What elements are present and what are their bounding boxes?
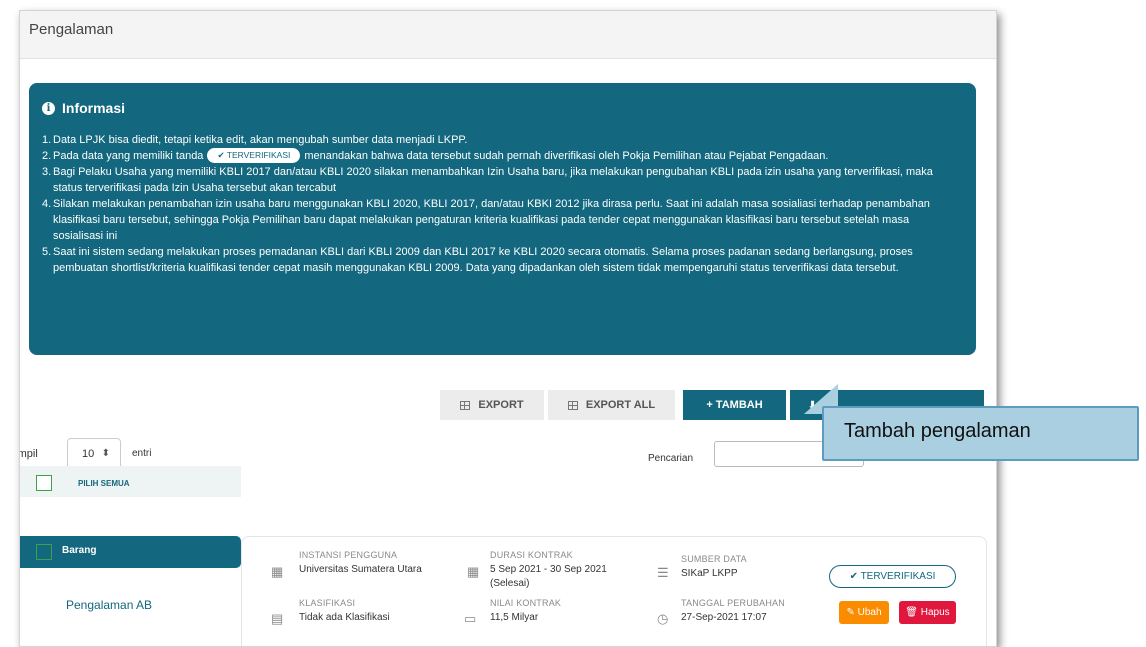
info-list: 1. Data LPJK bisa diedit, tetapi ketika e… (42, 132, 962, 276)
info-item: 1. Data LPJK bisa diedit, tetapi ketika e… (42, 134, 468, 146)
search-label: Pencarian (648, 453, 694, 464)
category-checkbox[interactable] (36, 544, 52, 560)
experience-page: Pengalaman i Informasi 1. Data LPJK bisa … (19, 10, 997, 647)
page-title: Pengalaman (29, 21, 114, 38)
nilai-field: NILAI KONTRAK 11,5 Milyar (490, 598, 562, 623)
edit-button[interactable]: ✎ Ubah (839, 601, 889, 624)
select-all-checkbox[interactable] (36, 475, 52, 491)
klasifikasi-field: KLASIFIKASI Tidak ada Klasifikasi (299, 598, 390, 623)
sumber-field: SUMBER DATA SIKaP LKPP (681, 554, 747, 579)
info-item: 4. Silakan melakukan penambahan izin usah… (42, 198, 930, 242)
money-icon: ▭ (464, 611, 477, 626)
calendar-icon: ▦ (467, 564, 480, 579)
tutorial-callout: Tambah pengalaman (822, 406, 1139, 461)
info-item: 2. Pada data yang memiliki tanda ✔ TERVERI… (42, 148, 829, 163)
info-item: 5. Saat ini sistem sedang melakukan prose… (42, 246, 913, 274)
show-label: Tampil (20, 448, 38, 460)
info-title: Informasi (62, 100, 126, 116)
table-icon (460, 400, 471, 410)
verified-badge-example: ✔ TERVERIFIKASI (207, 148, 301, 163)
select-all-row[interactable]: PILIH SEMUA (20, 466, 241, 497)
entries-label: entri (132, 448, 152, 459)
delete-button[interactable]: 🗑 Hapus (899, 601, 956, 624)
tanggal-field: TANGGAL PERUBAHAN 27-Sep-2021 17:07 (681, 598, 785, 623)
export-button[interactable]: EXPORT (440, 390, 544, 420)
category-tab[interactable]: Barang (20, 536, 241, 568)
info-icon: i (42, 101, 55, 115)
database-icon: ☰ (657, 565, 669, 580)
info-heading: i Informasi (42, 100, 125, 116)
building-icon: ▦ (271, 564, 284, 579)
callout-text: Tambah pengalaman (844, 420, 1031, 442)
add-button[interactable]: + TAMBAH (683, 390, 786, 420)
export-all-button[interactable]: EXPORT ALL (548, 390, 675, 420)
document-icon: ▤ (271, 611, 284, 626)
verified-badge: ✔ TERVERIFIKASI (829, 565, 956, 588)
info-panel: i Informasi 1. Data LPJK bisa diedit, tet… (29, 83, 976, 355)
sort-arrows-icon: ⬍ (101, 448, 110, 459)
instansi-field: INSTANSI PENGGUNA Universitas Sumatera U… (299, 550, 422, 575)
select-all-label: PILIH SEMUA (78, 479, 130, 488)
durasi-field: DURASI KONTRAK 5 Sep 2021 - 30 Sep 2021 … (490, 550, 607, 589)
page-header: Pengalaman (20, 11, 996, 59)
clock-icon: ◷ (657, 611, 669, 626)
info-item: 3. Bagi Pelaku Usaha yang memiliki KBLI 2… (42, 166, 933, 194)
category-label: Barang (62, 545, 97, 556)
experience-card: ▦ INSTANSI PENGGUNA Universitas Sumatera… (241, 536, 987, 646)
experience-name: Pengalaman AB (66, 598, 153, 612)
table-icon (567, 400, 578, 410)
